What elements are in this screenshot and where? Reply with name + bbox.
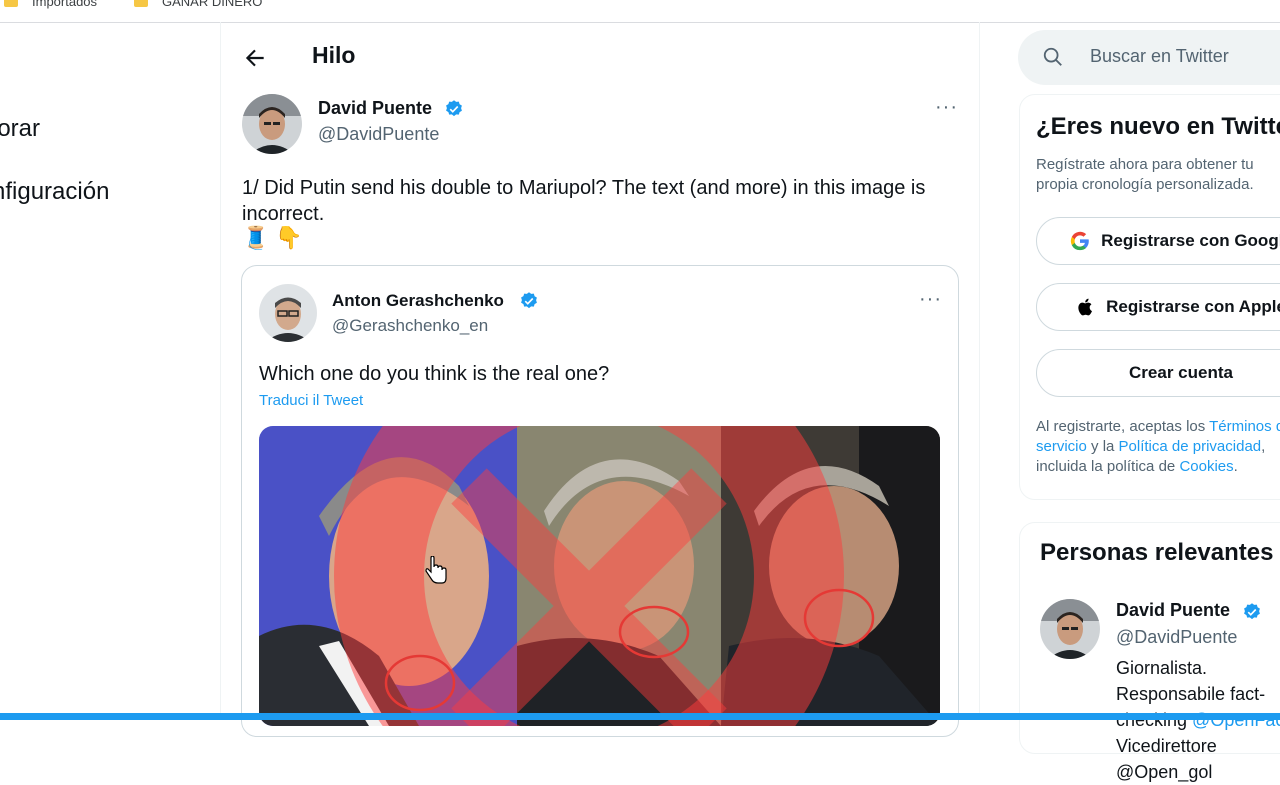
bookmarks-bar: Importados GANAR DINERO bbox=[0, 0, 1280, 23]
hand-cursor-icon bbox=[425, 556, 447, 584]
point-down-emoji: 👇 bbox=[275, 225, 303, 250]
tweet-text: 1/ Did Putin send his double to Mariupol… bbox=[242, 177, 926, 225]
more-options-icon[interactable]: ··· bbox=[919, 288, 942, 311]
thread-emoji: 🧵 bbox=[242, 225, 270, 250]
signup-title: ¿Eres nuevo en Twitter? bbox=[1036, 113, 1280, 140]
tweet-emojis: 🧵 👇 bbox=[242, 225, 303, 251]
quoted-tweet-card[interactable]: Anton Gerashchenko @Gerashchenko_en ··· … bbox=[241, 265, 959, 737]
google-signup-button[interactable]: Registrarse con Google bbox=[1036, 217, 1280, 265]
search-box[interactable] bbox=[1018, 30, 1280, 85]
bookmark-importados[interactable]: Importados bbox=[4, 0, 97, 9]
bookmark-ganar-dinero[interactable]: GANAR DINERO bbox=[134, 0, 262, 9]
apple-signup-label: Registrarse con Apple bbox=[1106, 297, 1280, 316]
page-title: Hilo bbox=[312, 42, 356, 68]
avatar[interactable] bbox=[259, 284, 317, 342]
verified-badge-icon bbox=[446, 100, 462, 117]
create-account-button[interactable]: Crear cuenta bbox=[1036, 349, 1280, 397]
signup-panel: ¿Eres nuevo en Twitter? Regístrate ahora… bbox=[1019, 94, 1280, 500]
legal-text: Al registrarte, aceptas los Términos de … bbox=[1036, 417, 1280, 477]
relevant-people-title: Personas relevantes bbox=[1040, 539, 1274, 566]
google-icon bbox=[1070, 231, 1089, 251]
relevant-person-bio: Giornalista. Responsabile fact-checking … bbox=[1116, 655, 1280, 785]
privacy-link[interactable]: Política de privacidad bbox=[1119, 438, 1262, 455]
verified-badge-icon bbox=[521, 292, 537, 309]
author-name[interactable]: David Puente bbox=[318, 98, 432, 119]
search-icon bbox=[1043, 47, 1062, 66]
apple-icon bbox=[1078, 298, 1093, 316]
arrow-left-icon[interactable] bbox=[242, 45, 268, 71]
signup-subtitle: Regístrate ahora para obtener tu propia … bbox=[1036, 156, 1254, 193]
avatar[interactable] bbox=[242, 94, 302, 154]
cookies-link[interactable]: Cookies bbox=[1179, 458, 1233, 475]
relevant-person-name[interactable]: David Puente bbox=[1116, 600, 1230, 621]
translate-tweet-link[interactable]: Traduci il Tweet bbox=[259, 392, 363, 409]
folder-icon bbox=[4, 0, 18, 7]
more-options-icon[interactable]: ··· bbox=[935, 96, 958, 119]
bottom-accent-bar bbox=[0, 713, 1280, 720]
column-divider bbox=[220, 22, 221, 720]
quoted-author-handle[interactable]: @Gerashchenko_en bbox=[332, 316, 488, 336]
author-handle[interactable]: @DavidPuente bbox=[318, 124, 439, 145]
quoted-tweet-image[interactable] bbox=[259, 426, 940, 726]
relevant-person-handle[interactable]: @DavidPuente bbox=[1116, 627, 1237, 648]
apple-signup-button[interactable]: Registrarse con Apple bbox=[1036, 283, 1280, 331]
quoted-tweet-text: Which one do you think is the real one? bbox=[259, 363, 610, 385]
nav-explore[interactable]: lorar bbox=[0, 115, 40, 143]
search-input[interactable] bbox=[1090, 46, 1280, 67]
avatar[interactable] bbox=[1040, 599, 1100, 659]
google-signup-label: Registrarse con Google bbox=[1101, 231, 1280, 250]
quoted-author-name[interactable]: Anton Gerashchenko bbox=[332, 291, 504, 311]
verified-badge-icon bbox=[1244, 603, 1260, 620]
column-divider bbox=[979, 22, 980, 720]
folder-icon bbox=[134, 0, 148, 7]
nav-settings[interactable]: nfiguración bbox=[0, 178, 109, 206]
